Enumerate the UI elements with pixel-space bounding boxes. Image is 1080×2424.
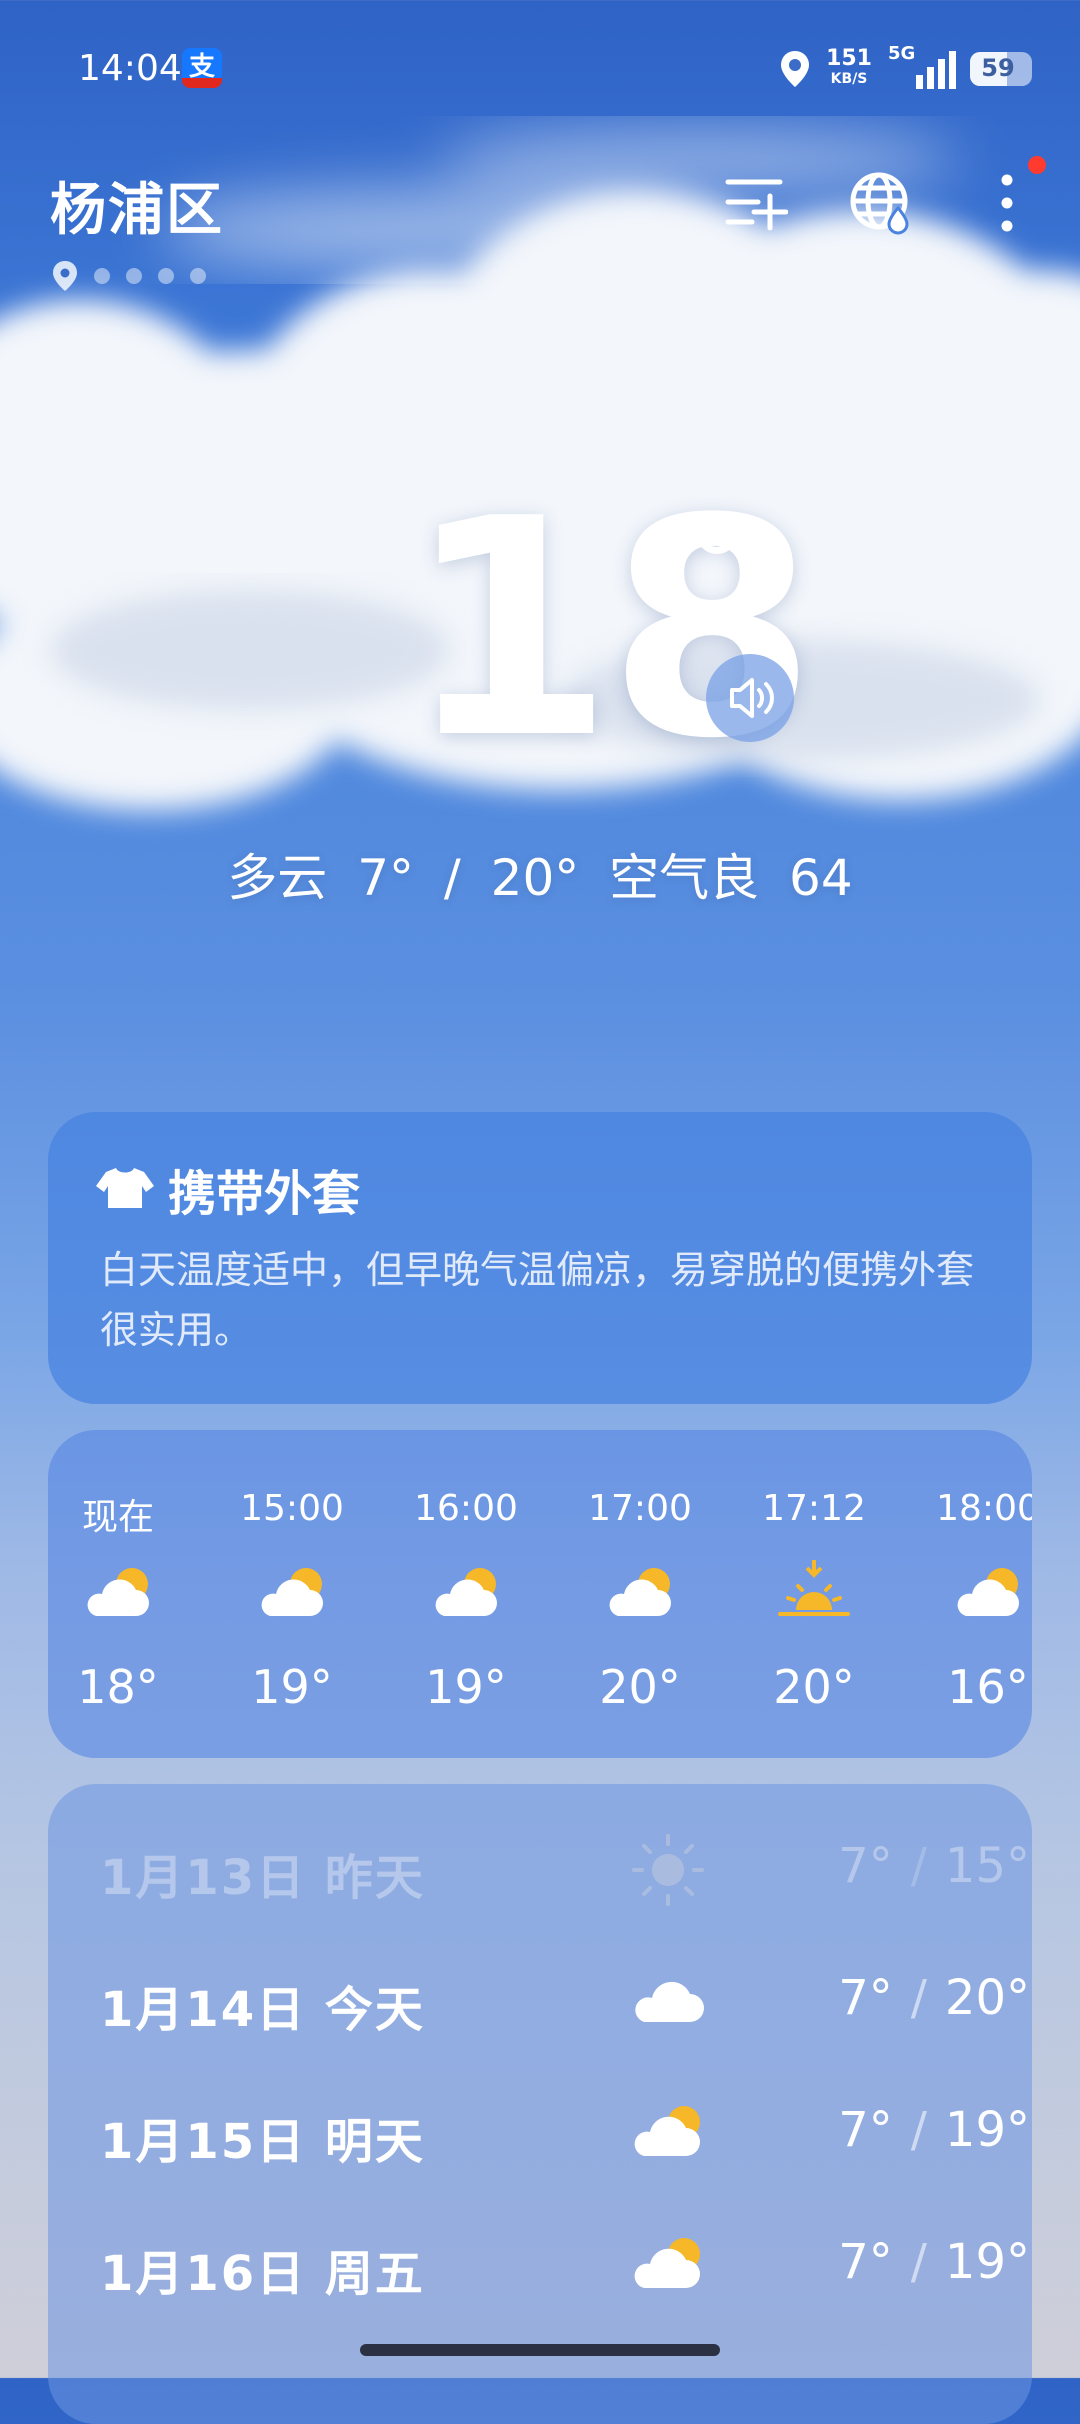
city-page-indicator [52, 260, 206, 292]
day-low: 7° [838, 1970, 893, 2026]
network-speed-unit: KB/S [830, 71, 868, 87]
hourly-forecast-card[interactable]: 现在 18° 15:00 19° 16:00 19° 17:00 20° 17:… [48, 1430, 1032, 1758]
daily-row[interactable]: 1月15日 明天 7°/19° [100, 2094, 1030, 2174]
battery-icon: 59 [970, 52, 1032, 86]
hourly-item: 现在 18° [48, 1488, 188, 1714]
hour-temp: 19° [425, 1660, 507, 1714]
page-dot[interactable] [126, 268, 142, 284]
manage-cities-button[interactable] [722, 170, 789, 236]
hourly-item: 16:00 19° [396, 1488, 536, 1714]
speaker-icon [730, 678, 774, 718]
daily-row[interactable]: 1月14日 今天 7°/20° [100, 1962, 1030, 2042]
page-dot[interactable] [190, 268, 206, 284]
partly-cloudy-icon [957, 1568, 1019, 1616]
network-type: 5G [888, 43, 916, 64]
globe-icon [850, 172, 909, 235]
daily-row[interactable]: 1月16日 周五 7°/19° [100, 2226, 1030, 2306]
hour-temp: 16° [947, 1660, 1029, 1714]
more-menu-button[interactable] [974, 156, 1046, 236]
cloud-icon [635, 1981, 704, 2022]
day-temps: 7°/19° [838, 2234, 1030, 2290]
page-dot[interactable] [94, 268, 110, 284]
day-date: 1月15日 明天 [100, 2114, 425, 2170]
status-time: 14:04 [78, 48, 182, 89]
day-date: 1月13日 昨天 [100, 1850, 425, 1906]
partly-cloudy-icon [261, 1568, 323, 1616]
status-bar: 14:04 支 151 KB/S 5G 59 [0, 0, 1080, 140]
hour-label: 18:00 [936, 1488, 1032, 1529]
more-vertical-icon [1001, 174, 1013, 232]
battery-level: 59 [981, 54, 1015, 82]
jacket-icon [96, 1168, 154, 1208]
hour-temp: 20° [599, 1660, 681, 1714]
hour-label: 15:00 [240, 1488, 344, 1529]
partly-cloudy-icon [87, 1568, 149, 1616]
current-location-icon [53, 261, 77, 291]
day-low: 7° [838, 2234, 893, 2290]
network-speed: 151 KB/S [826, 46, 872, 89]
partly-cloudy-icon [609, 1568, 671, 1616]
weather-summary: 多云 7° / 20° 空气良 64 [227, 849, 853, 907]
signal-icon: 5G [886, 43, 956, 91]
hour-label: 17:00 [588, 1488, 692, 1529]
day-temps: 7°/20° [838, 1970, 1030, 2026]
notification-badge [1028, 156, 1046, 174]
day-low: 7° [838, 1838, 893, 1894]
day-high: 15° [944, 1838, 1030, 1894]
daily-forecast-card[interactable]: 1月13日 昨天 7°/15° 1月14日 今天 7°/20° 1月15日 明天 [48, 1784, 1032, 2424]
day-low: 7° [838, 2102, 893, 2158]
day-date: 1月14日 今天 [100, 1982, 425, 2038]
day-temps: 7°/15° [838, 1838, 1030, 1894]
voice-broadcast-button[interactable] [706, 654, 794, 742]
day-temps: 7°/19° [838, 2102, 1030, 2158]
tip-title: 携带外套 [168, 1166, 361, 1222]
page-dot[interactable] [158, 268, 174, 284]
sun-icon [632, 1834, 704, 1906]
hourly-item: 18:00 16° [918, 1488, 1032, 1714]
clothing-tip-card[interactable]: 携带外套 白天温度适中，但早晚气温偏凉，易穿脱的便携外套很实用。 [48, 1112, 1032, 1404]
location-icon [781, 51, 810, 87]
day-high: 19° [944, 2234, 1030, 2290]
day-high: 19° [944, 2102, 1030, 2158]
daily-row[interactable]: 1月13日 昨天 7°/15° [100, 1830, 1030, 1910]
hour-temp: 20° [773, 1660, 855, 1714]
hour-temp: 18° [77, 1660, 159, 1714]
city-name[interactable]: 杨浦区 [50, 165, 224, 246]
hour-temp: 19° [251, 1660, 333, 1714]
partly-cloudy-icon [435, 1568, 497, 1616]
hour-label: 17:12 [762, 1488, 866, 1529]
day-high: 20° [944, 1970, 1030, 2026]
hour-label: 16:00 [414, 1488, 518, 1529]
degree-symbol [696, 512, 738, 554]
tip-text: 白天温度适中，但早晚气温偏凉，易穿脱的便携外套很实用。 [100, 1248, 975, 1352]
sunset-icon [778, 1560, 850, 1616]
list-add-icon [725, 179, 789, 231]
network-speed-value: 151 [826, 46, 872, 71]
hourly-item: 15:00 19° [222, 1488, 362, 1714]
partly-cloudy-icon [634, 2106, 700, 2156]
header-actions [722, 156, 1046, 236]
alipay-notification-icon: 支 [182, 48, 222, 88]
day-date: 1月16日 周五 [100, 2246, 425, 2302]
global-weather-button[interactable] [848, 170, 914, 236]
hourly-item: 17:00 20° [570, 1488, 710, 1714]
partly-cloudy-icon [634, 2238, 700, 2288]
hour-label: 现在 [81, 1497, 154, 1538]
home-indicator[interactable] [360, 2344, 720, 2356]
hourly-item: 17:12 20° [744, 1488, 884, 1714]
